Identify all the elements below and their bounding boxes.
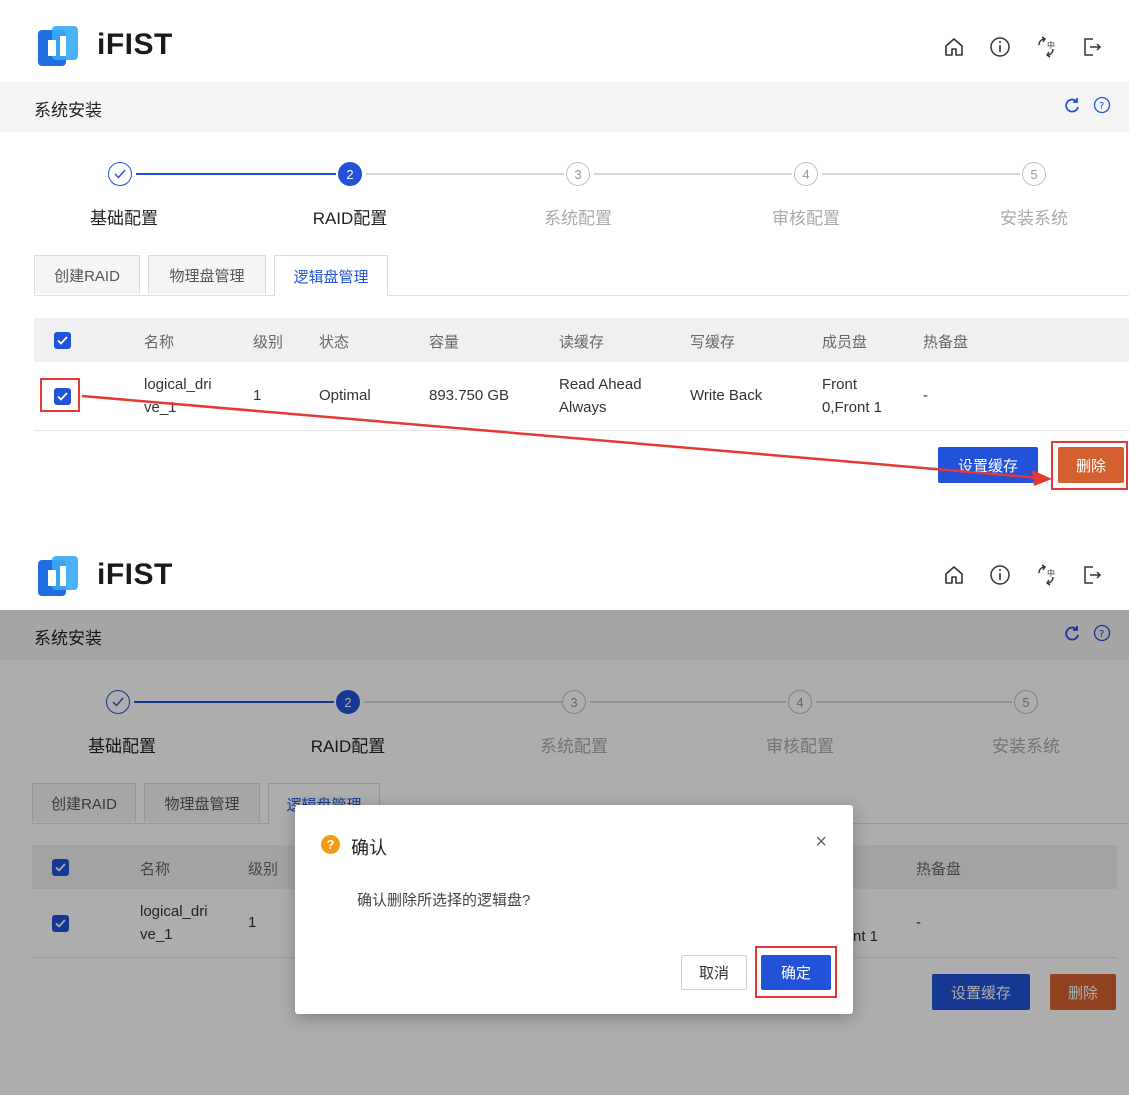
logout-icon[interactable]	[1079, 562, 1105, 588]
language-icon[interactable]: 中	[1033, 562, 1059, 588]
annotation-arrow	[81, 394, 1052, 486]
svg-text:中: 中	[1047, 568, 1055, 578]
close-icon[interactable]: ×	[815, 831, 827, 854]
question-icon: ?	[321, 835, 340, 854]
home-icon[interactable]	[941, 562, 967, 588]
ifist-logo	[38, 556, 78, 596]
screenshot-step-1: iFIST 中 系统安装 ? 2 3 4 5 基础配置 RAID配置 系统配置 …	[0, 0, 1129, 540]
dialog-message: 确认删除所选择的逻辑盘?	[357, 892, 531, 909]
dialog-title: 确认	[351, 838, 387, 858]
screenshot-step-2: iFIST 中 系统安装 ? 2 3 4 5 基础配置 RAID配置 系统配置 …	[0, 540, 1129, 1095]
info-icon[interactable]	[987, 562, 1013, 588]
brand-name: iFIST	[97, 558, 173, 591]
highlight-confirm-button	[755, 946, 837, 998]
cancel-button[interactable]: 取消	[681, 955, 747, 990]
app-header: iFIST 中	[0, 540, 1129, 611]
